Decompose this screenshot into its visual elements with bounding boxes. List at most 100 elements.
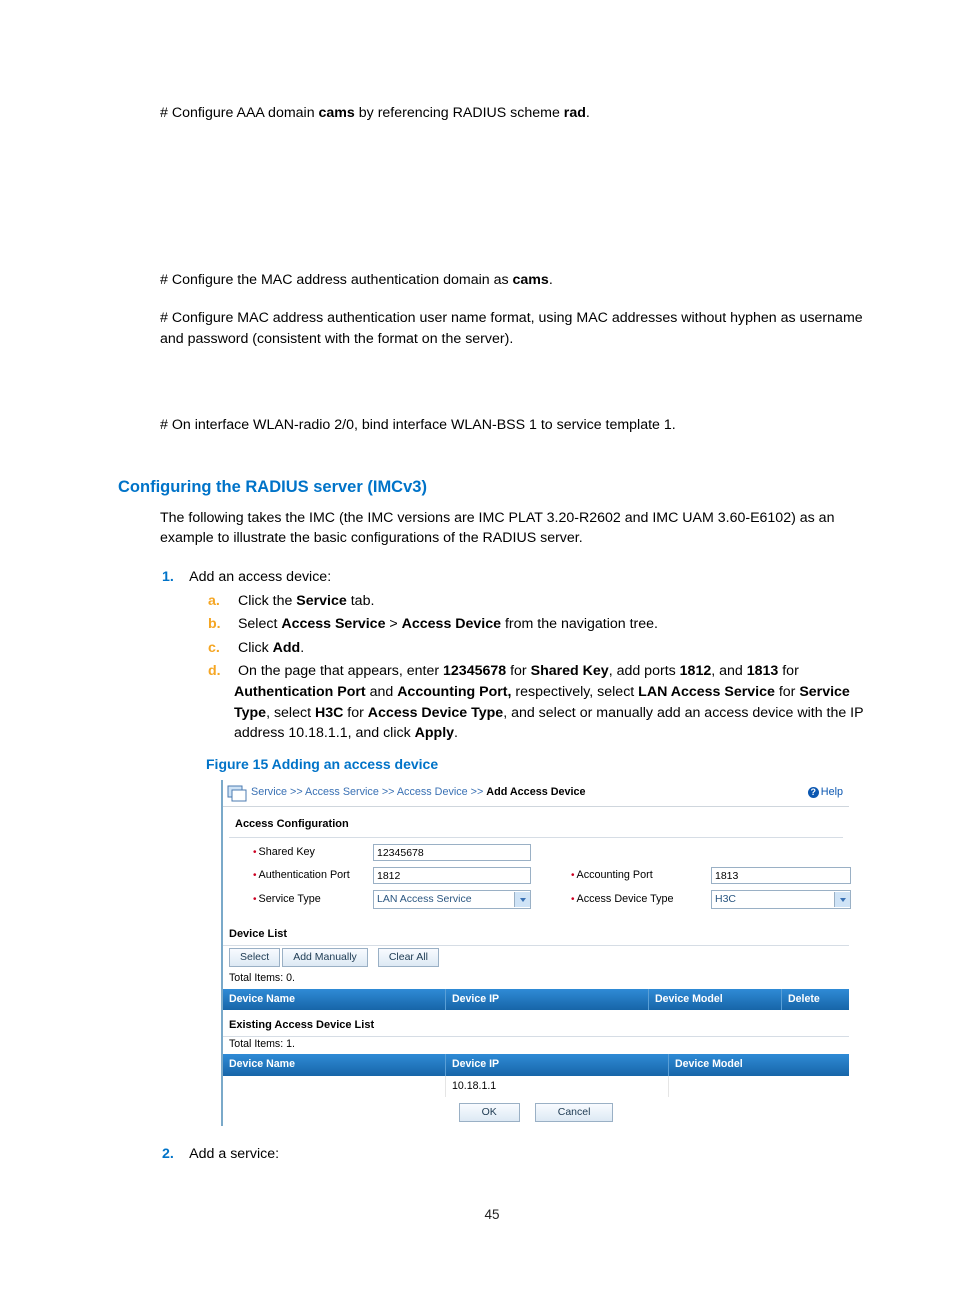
table-header: Device Name Device IP Device Model: [223, 1054, 849, 1075]
crumb-access-service[interactable]: Access Service: [305, 786, 379, 798]
text: Click: [238, 640, 273, 656]
crumb-service[interactable]: Service: [251, 786, 287, 798]
figure-15: Service >> Access Service >> Access Devi…: [221, 780, 849, 1126]
text: # Configure the MAC address authenticati…: [160, 272, 513, 288]
label-shared-key: Shared Key: [253, 845, 373, 861]
help-label: Help: [821, 786, 843, 798]
crumb-access-device[interactable]: Access Device: [397, 786, 468, 798]
crumb-sep: >>: [468, 786, 487, 798]
total-items-1: Total Items: 1.: [223, 1037, 849, 1054]
bold: Authentication Port: [234, 684, 366, 700]
text: .: [300, 640, 304, 656]
ok-button[interactable]: OK: [459, 1103, 520, 1122]
bold: Access Device Type: [368, 705, 503, 721]
label-acct-port: Accounting Port: [571, 868, 711, 884]
th-name: Device Name: [223, 989, 446, 1010]
crumb-sep: >>: [287, 786, 305, 798]
bold: cams: [513, 272, 549, 288]
section-device-list: Device List: [223, 925, 849, 945]
service-type-select[interactable]: LAN Access Service: [373, 890, 531, 909]
text: , select: [266, 705, 315, 721]
step-1b: b. Select Access Service > Access Device…: [208, 614, 866, 635]
clear-all-button[interactable]: Clear All: [378, 948, 439, 967]
cell-model: [669, 1076, 849, 1097]
sub-letter: d.: [208, 661, 234, 682]
bold: cams: [319, 105, 355, 121]
text: .: [586, 105, 590, 121]
bold: 1813: [747, 663, 779, 679]
th-delete: Delete: [782, 989, 849, 1010]
step-1c: c. Click Add.: [208, 638, 866, 659]
shared-key-input[interactable]: [373, 844, 531, 861]
bold: Add: [273, 640, 301, 656]
th-model: Device Model: [649, 989, 782, 1010]
select-button[interactable]: Select: [229, 948, 280, 967]
bold: Access Service: [281, 616, 385, 632]
bold: Access Device: [402, 616, 501, 632]
text: , and: [711, 663, 747, 679]
section-access-config: Access Configuration: [229, 813, 843, 837]
help-link[interactable]: ?Help: [808, 785, 843, 801]
bold: H3C: [315, 705, 343, 721]
text: for: [778, 663, 799, 679]
text: # Configure AAA domain: [160, 105, 319, 121]
chevron-down-icon: [514, 892, 530, 907]
step-1: 1. Add an access device: a. Click the Se…: [162, 567, 866, 744]
sub-letter: a.: [208, 591, 234, 612]
cell-name: [223, 1076, 446, 1097]
paragraph: # Configure AAA domain cams by referenci…: [160, 103, 866, 124]
paragraph: # Configure MAC address authentication u…: [160, 308, 866, 349]
label-auth-port: Authentication Port: [253, 868, 373, 884]
service-type-value: LAN Access Service: [377, 892, 472, 907]
cell-ip: 10.18.1.1: [446, 1076, 669, 1097]
acct-port-input[interactable]: [711, 867, 851, 884]
chevron-down-icon: [834, 892, 850, 907]
text: respectively, select: [511, 684, 638, 700]
text: On the page that appears, enter: [238, 663, 443, 679]
th-ip: Device IP: [446, 1054, 669, 1075]
bold: LAN Access Service: [638, 684, 775, 700]
breadcrumb: Service >> Access Service >> Access Devi…: [223, 780, 849, 807]
step-2: 2. Add a service:: [162, 1144, 866, 1165]
paragraph: # Configure the MAC address authenticati…: [160, 270, 866, 291]
step-text: Add a service:: [189, 1146, 279, 1162]
dev-type-select[interactable]: H3C: [711, 890, 851, 909]
table-header: Device Name Device IP Device Model Delet…: [223, 989, 849, 1010]
help-icon: ?: [808, 787, 819, 798]
sub-letter: c.: [208, 638, 234, 659]
text: for: [343, 705, 367, 721]
bold: Apply: [415, 725, 454, 741]
text: from the navigation tree.: [501, 616, 658, 632]
heading-radius: Configuring the RADIUS server (IMCv3): [118, 476, 866, 500]
paragraph: # On interface WLAN-radio 2/0, bind inte…: [160, 415, 866, 436]
text: for: [506, 663, 530, 679]
step-1d: d. On the page that appears, enter 12345…: [208, 661, 866, 743]
intro: The following takes the IMC (the IMC ver…: [160, 508, 866, 549]
step-text: Add an access device:: [189, 569, 331, 585]
dev-type-value: H3C: [715, 892, 736, 907]
auth-port-input[interactable]: [373, 867, 531, 884]
text: tab.: [347, 593, 375, 609]
add-manually-button[interactable]: Add Manually: [282, 948, 368, 967]
text: , add ports: [609, 663, 680, 679]
text: Click the: [238, 593, 296, 609]
bold: Service: [296, 593, 347, 609]
page-number: 45: [118, 1205, 866, 1225]
crumb-current: Add Access Device: [486, 786, 585, 798]
window-icon: [227, 784, 247, 802]
th-model: Device Model: [669, 1054, 849, 1075]
table-row: 10.18.1.1: [223, 1076, 849, 1097]
th-ip: Device IP: [446, 989, 649, 1010]
text: Select: [238, 616, 281, 632]
bold: Accounting Port,: [397, 684, 511, 700]
text: .: [454, 725, 458, 741]
label-dev-type: Access Device Type: [571, 892, 711, 908]
crumb-sep: >>: [379, 786, 397, 798]
text: and: [366, 684, 398, 700]
text: for: [775, 684, 799, 700]
section-existing: Existing Access Device List: [223, 1016, 849, 1036]
cancel-button[interactable]: Cancel: [535, 1103, 614, 1122]
sub-letter: b.: [208, 614, 234, 635]
figure-caption: Figure 15 Adding an access device: [206, 754, 866, 774]
label-service-type: Service Type: [253, 892, 373, 908]
